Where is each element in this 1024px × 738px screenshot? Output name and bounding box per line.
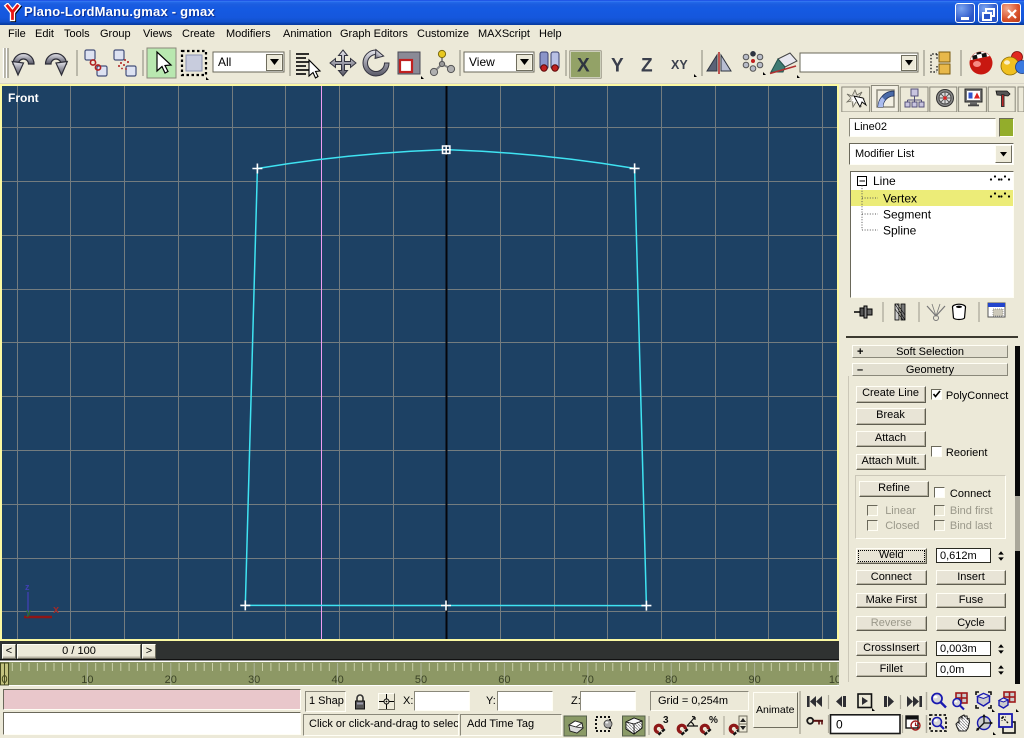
svg-text:y: y bbox=[26, 607, 31, 617]
svg-text:60: 60 bbox=[498, 674, 510, 686]
svg-text:30: 30 bbox=[248, 674, 260, 686]
svg-text:All: All bbox=[218, 55, 231, 69]
svg-text:80: 80 bbox=[665, 674, 677, 686]
svg-text:3: 3 bbox=[663, 715, 669, 726]
svg-text:%: % bbox=[709, 715, 718, 726]
svg-text:0: 0 bbox=[836, 718, 843, 732]
svg-text:Z: Z bbox=[641, 56, 653, 77]
svg-text:Y: Y bbox=[611, 56, 624, 77]
svg-text:Vertex: Vertex bbox=[883, 192, 917, 206]
svg-text:z: z bbox=[25, 582, 30, 592]
svg-text:10: 10 bbox=[81, 674, 93, 686]
svg-text:Line: Line bbox=[873, 174, 896, 188]
svg-text:50: 50 bbox=[415, 674, 427, 686]
svg-text:100: 100 bbox=[829, 674, 839, 686]
svg-text:40: 40 bbox=[331, 674, 343, 686]
svg-text:x: x bbox=[53, 604, 60, 616]
svg-text:Front: Front bbox=[8, 91, 39, 105]
svg-text:20: 20 bbox=[165, 674, 177, 686]
svg-text:View: View bbox=[469, 55, 495, 69]
svg-text:Spline: Spline bbox=[883, 224, 917, 238]
svg-text:X: X bbox=[577, 56, 590, 77]
svg-text:Segment: Segment bbox=[883, 208, 932, 222]
svg-text:70: 70 bbox=[582, 674, 594, 686]
svg-text:XY: XY bbox=[671, 58, 688, 72]
svg-text:90: 90 bbox=[748, 674, 760, 686]
